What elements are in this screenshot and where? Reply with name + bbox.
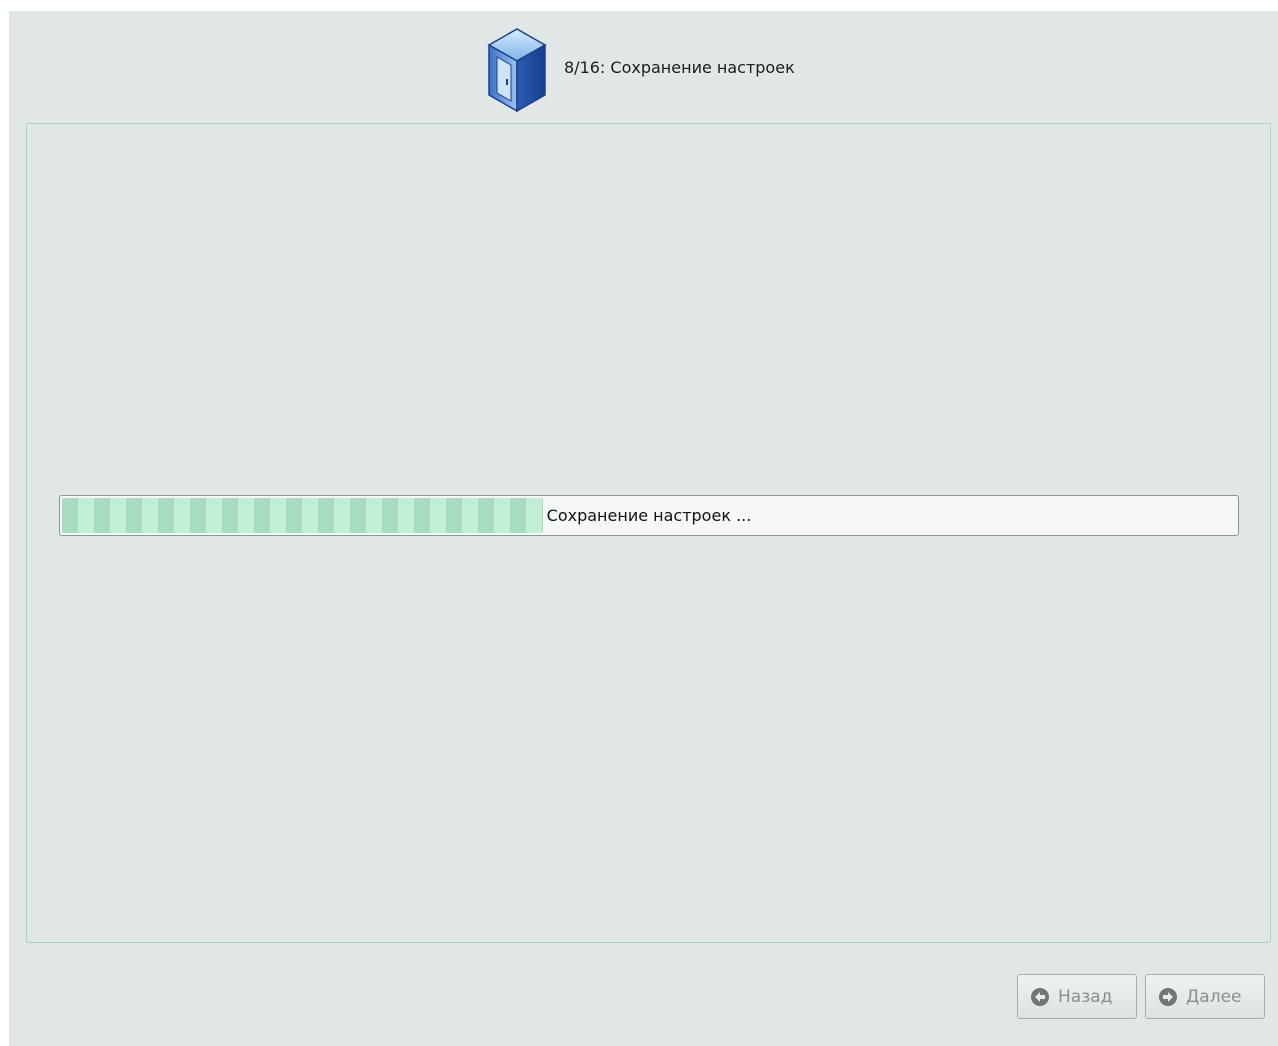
next-button-label: Далее	[1186, 986, 1242, 1007]
back-button[interactable]: Назад	[1017, 974, 1137, 1019]
next-button[interactable]: Далее	[1145, 974, 1265, 1019]
back-button-label: Назад	[1058, 986, 1113, 1007]
step-title: 8/16: Сохранение настроек	[564, 58, 795, 77]
installer-window: 8/16: Сохранение настроек Сохранение нас…	[9, 11, 1278, 1046]
computer-tower-icon	[487, 28, 547, 113]
arrow-left-circle-icon	[1031, 987, 1049, 1006]
step-header: 8/16: Сохранение настроек	[9, 11, 1278, 123]
arrow-right-circle-icon	[1159, 987, 1177, 1006]
progress-bar: Сохранение настроек ...	[59, 495, 1239, 536]
progress-label: Сохранение настроек ...	[546, 506, 752, 525]
